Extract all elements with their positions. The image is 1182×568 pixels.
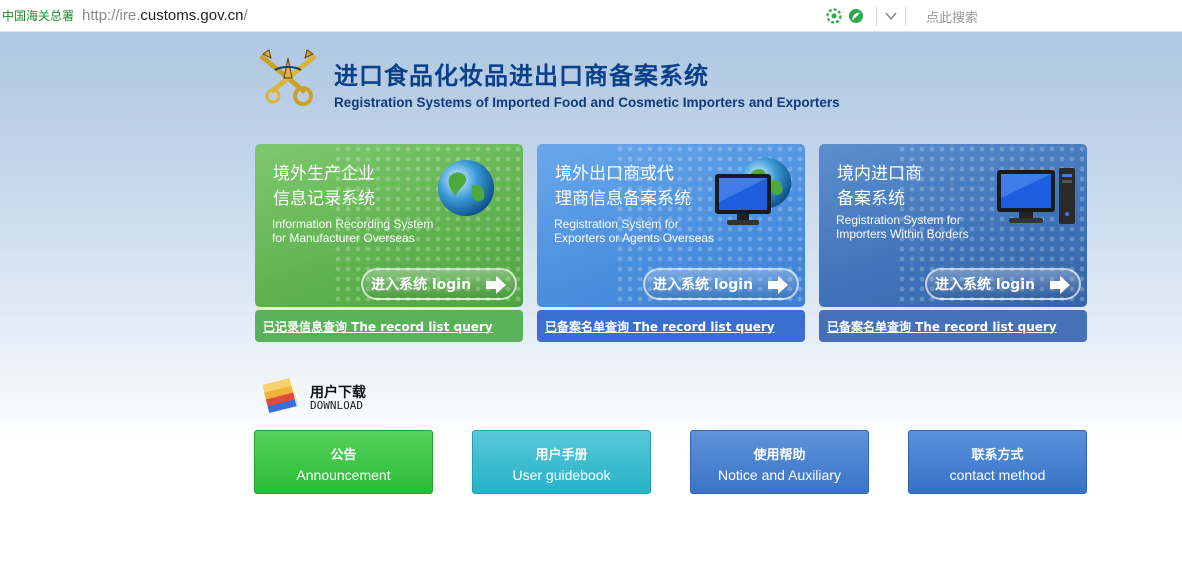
card-title: 境内进口商 备案系统 <box>837 162 997 212</box>
ie-compat-icon[interactable] <box>826 8 842 24</box>
query-link-label: 已备案名单查询 The record list query <box>827 319 1057 334</box>
url-prefix: http://ire. <box>82 7 141 24</box>
separator <box>905 6 906 26</box>
record-list-query-link[interactable]: 已记录信息查询 The record list query <box>255 310 523 342</box>
url-field[interactable]: http://ire.customs.gov.cn/ <box>82 7 248 24</box>
card-title-line: 备案系统 <box>837 189 905 209</box>
login-button[interactable]: 进入系统 login <box>361 268 517 300</box>
card-desc-line: Exporters or Agents Overseas <box>554 231 715 245</box>
button-label-cn: 使用帮助 <box>753 448 806 463</box>
button-label-en: User guidebook <box>512 467 611 483</box>
url-host: customs.gov.cn <box>140 7 244 24</box>
url-suffix: / <box>243 7 248 24</box>
card-desc-line: for Manufacturer Overseas <box>272 231 415 245</box>
contact-button[interactable]: 联系方式 contact method <box>908 430 1087 494</box>
button-label-cn: 公告 <box>330 448 357 463</box>
query-link-label: 已记录信息查询 The record list query <box>263 319 493 334</box>
search-input[interactable]: 点此搜索 <box>926 7 978 26</box>
login-button-label: 进入系统 login <box>371 277 472 293</box>
help-button[interactable]: 使用帮助 Notice and Auxiliary <box>690 430 869 494</box>
user-guidebook-button[interactable]: 用户手册 User guidebook <box>472 430 651 494</box>
announcement-button[interactable]: 公告 Announcement <box>254 430 433 494</box>
card-title: 境外出口商或代 理商信息备案系统 <box>555 162 715 212</box>
login-button[interactable]: 进入系统 login <box>925 268 1081 300</box>
card-title-line: 境内进口商 <box>837 164 922 184</box>
button-label-cn: 用户手册 <box>535 448 588 463</box>
customs-emblem-logo <box>255 48 321 108</box>
computer-icon <box>997 168 1075 224</box>
arrow-right-icon <box>486 276 506 294</box>
page-title: 进口食品化妆品进出口商备案系统 <box>334 62 709 90</box>
card-title-line: 信息记录系统 <box>273 189 375 209</box>
login-button-label: 进入系统 login <box>653 277 754 293</box>
card-title-line: 境外生产企业 <box>273 164 375 184</box>
globe-icon <box>438 160 494 216</box>
arrow-right-icon <box>1050 276 1070 294</box>
card-manufacturer-overseas: 境外生产企业 信息记录系统 Information Recording Syst… <box>255 144 523 307</box>
site-label[interactable]: 中国海关总署 <box>2 7 74 24</box>
page-subtitle: Registration Systems of Imported Food an… <box>334 95 840 110</box>
arrow-right-icon <box>768 276 788 294</box>
card-title-line: 境外出口商或代 <box>555 164 674 184</box>
address-bar-tools: 点此搜索 <box>826 0 978 32</box>
record-list-query-link[interactable]: 已备案名单查询 The record list query <box>819 310 1087 342</box>
books-icon <box>262 377 300 413</box>
monitor-icon <box>715 174 771 225</box>
query-link-label: 已备案名单查询 The record list query <box>545 319 775 334</box>
login-button-label: 进入系统 login <box>935 277 1036 293</box>
card-desc-line: Importers Within Borders <box>836 227 969 241</box>
speed-mode-icon[interactable] <box>848 8 864 24</box>
separator <box>876 6 877 26</box>
button-label-en: Announcement <box>296 467 391 483</box>
download-subtitle: DOWNLOAD <box>310 399 363 412</box>
card-exporters-overseas: 境外出口商或代 理商信息备案系统 Registration System for… <box>537 144 805 307</box>
card-desc: Information Recording System for Manufac… <box>272 217 472 245</box>
button-label-cn: 联系方式 <box>971 448 1024 463</box>
record-list-query-link[interactable]: 已备案名单查询 The record list query <box>537 310 805 342</box>
card-title: 境外生产企业 信息记录系统 <box>273 162 433 212</box>
card-title-line: 理商信息备案系统 <box>555 189 691 209</box>
login-button[interactable]: 进入系统 login <box>643 268 799 300</box>
button-label-en: contact method <box>949 467 1046 483</box>
card-desc-line: Information Recording System <box>272 217 434 231</box>
card-importers-within-borders: 境内进口商 备案系统 Registration System for Impor… <box>819 144 1087 307</box>
address-bar: 中国海关总署 http://ire.customs.gov.cn/ 点此搜索 <box>0 0 1182 32</box>
button-label-en: Notice and Auxiliary <box>718 467 841 483</box>
chevron-down-icon[interactable] <box>883 8 899 24</box>
